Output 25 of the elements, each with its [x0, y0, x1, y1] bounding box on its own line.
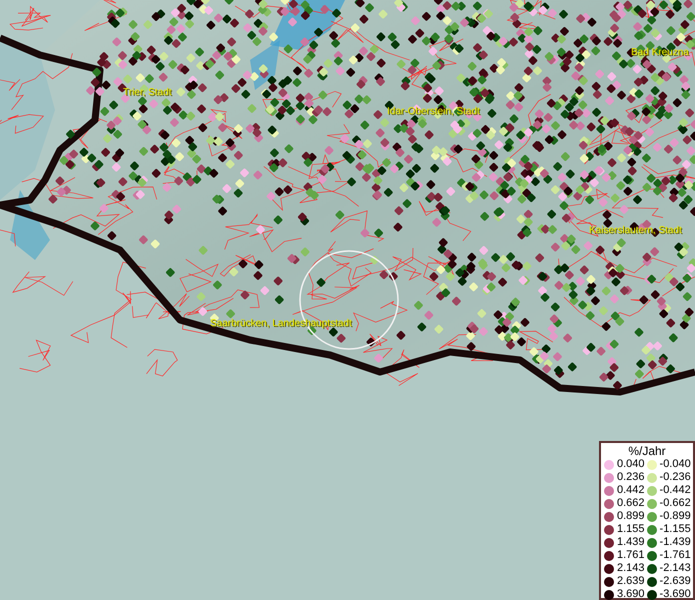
legend-label: -3.690 — [660, 589, 691, 600]
legend-label: 0.662 — [617, 498, 645, 509]
legend-label: -2.143 — [660, 563, 691, 574]
legend-label: -0.899 — [660, 511, 691, 522]
legend-label: -0.040 — [660, 459, 691, 470]
legend-label: 3.690 — [617, 589, 645, 600]
legend-label: 2.639 — [617, 576, 645, 587]
legend-label: -0.662 — [660, 498, 691, 509]
water-area — [10, 190, 50, 260]
legend-label: -1.761 — [660, 550, 691, 561]
legend-label: 1.439 — [617, 537, 645, 548]
legend-label: 1.155 — [617, 524, 645, 535]
legend-label: -0.236 — [660, 472, 691, 483]
legend-label: -1.439 — [660, 537, 691, 548]
city-label: Trier, Stadt — [123, 88, 172, 98]
legend-label: 0.442 — [617, 485, 645, 496]
legend-label: 0.236 — [617, 472, 645, 483]
legend-label: 0.899 — [617, 511, 645, 522]
legend-label: 0.040 — [617, 459, 645, 470]
legend-label: -2.639 — [660, 576, 691, 587]
legend-label: 2.143 — [617, 563, 645, 574]
legend-title: %/Jahr — [627, 445, 667, 458]
legend-label: -0.442 — [660, 485, 691, 496]
legend-label: 1.761 — [617, 550, 645, 561]
legend-label: -1.155 — [660, 524, 691, 535]
